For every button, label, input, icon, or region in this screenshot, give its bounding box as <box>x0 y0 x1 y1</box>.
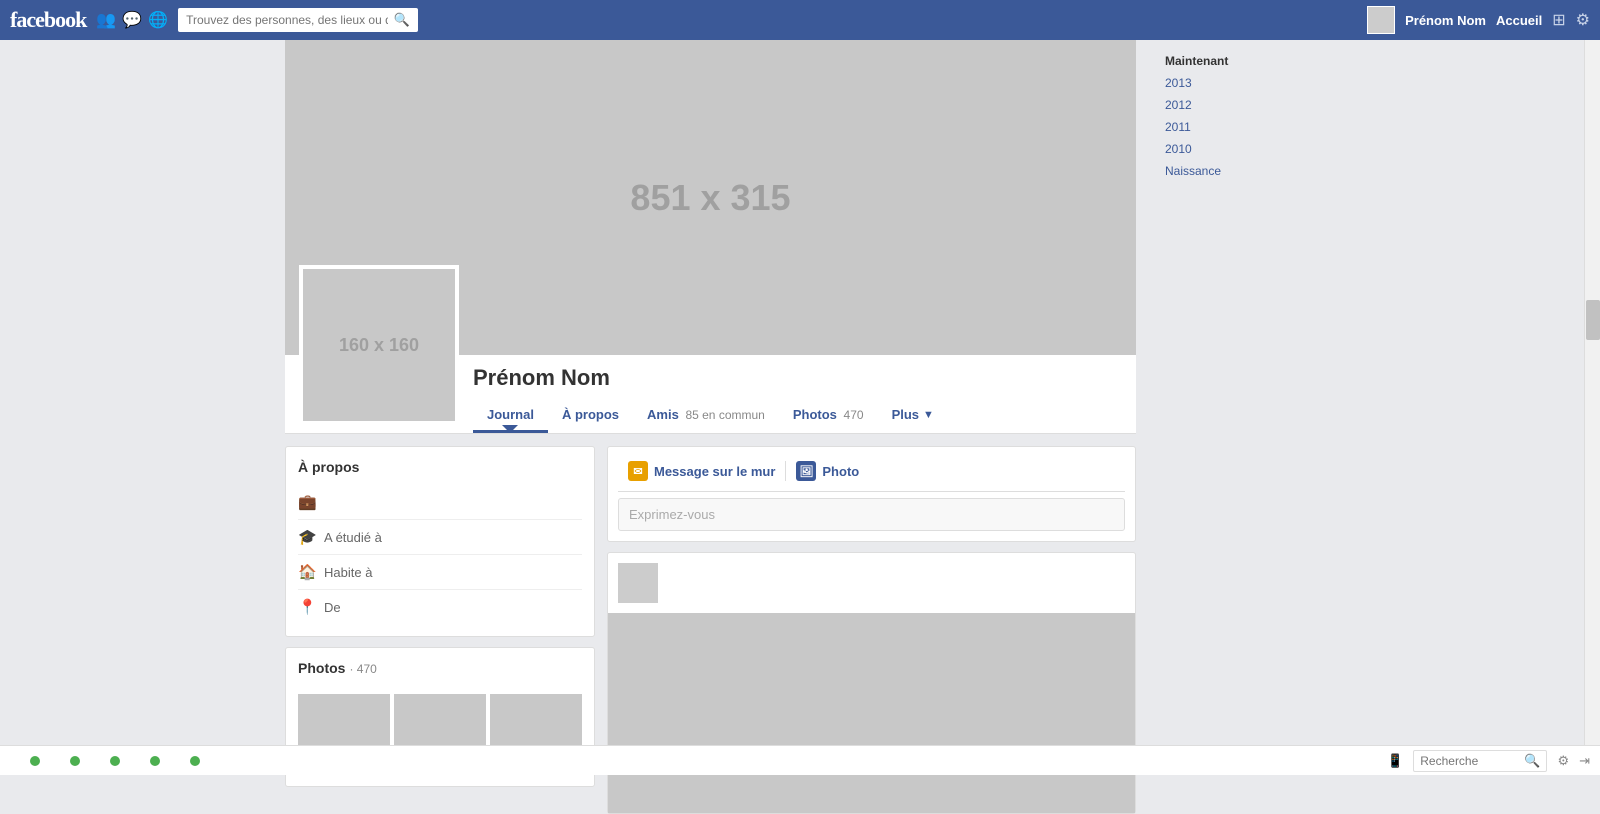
work-icon: 💼 <box>298 493 316 511</box>
profile-picture: 160 x 160 <box>299 265 459 425</box>
bottom-right: 📱 🔍 ⚙ ⇥ <box>1387 750 1590 772</box>
timeline-item-2012[interactable]: 2012 <box>1165 94 1315 116</box>
facebook-logo: facebook <box>10 7 86 33</box>
status-dot-2 <box>70 756 80 766</box>
tab-amis[interactable]: Amis 85 en commun <box>633 397 779 433</box>
tab-apropos[interactable]: À propos <box>548 397 633 433</box>
bottom-search-icon: 🔍 <box>1524 753 1540 769</box>
timeline-item-2013[interactable]: 2013 <box>1165 72 1315 94</box>
about-card: À propos 💼 🎓 A étudié à 🏠 <box>285 446 595 637</box>
feed-post-image <box>608 613 1135 813</box>
post-tab-photo[interactable]: 🖼 Photo <box>786 457 869 485</box>
friends-icon[interactable]: 👥 <box>96 10 116 30</box>
bottom-search-input[interactable] <box>1420 754 1520 768</box>
tab-more[interactable]: Plus ▼ <box>878 397 948 433</box>
post-box: ✉ Message sur le mur 🖼 Photo Exprimez-vo… <box>607 446 1136 542</box>
topnav: facebook 👥 💬 🌐 🔍 Prénom Nom Accueil ⊞ ⚙ <box>0 0 1600 40</box>
feed-post-header <box>608 553 1135 613</box>
profile-tabs: Journal À propos Amis 85 en commun Photo… <box>473 397 1136 433</box>
search-bar: 🔍 <box>178 8 418 32</box>
photo-tab-icon: 🖼 <box>796 461 816 481</box>
timeline-item-2011[interactable]: 2011 <box>1165 116 1315 138</box>
avatar <box>1367 6 1395 34</box>
bottom-bar: 📱 🔍 ⚙ ⇥ <box>0 745 1600 775</box>
timeline-item-maintenant[interactable]: Maintenant <box>1165 50 1315 72</box>
message-tab-icon: ✉ <box>628 461 648 481</box>
bottom-gear-icon[interactable]: ⚙ <box>1557 753 1569 769</box>
bottom-login-icon[interactable]: ⇥ <box>1579 753 1590 769</box>
bottom-search-bar: 🔍 <box>1413 750 1547 772</box>
timeline-item-naissance[interactable]: Naissance <box>1165 160 1315 182</box>
photos-badge: 470 <box>844 408 864 422</box>
about-title: À propos <box>298 459 582 475</box>
topnav-nav-icons: 👥 💬 🌐 <box>96 10 168 30</box>
globe-icon[interactable]: 🌐 <box>148 10 168 30</box>
status-dot-1 <box>30 756 40 766</box>
location-icon: 📍 <box>298 598 316 616</box>
chevron-down-icon: ▼ <box>923 409 934 421</box>
timeline-item-2010[interactable]: 2010 <box>1165 138 1315 160</box>
status-dot-4 <box>150 756 160 766</box>
search-input[interactable] <box>186 13 388 27</box>
grid-icon[interactable]: ⊞ <box>1552 10 1565 30</box>
cover-dimensions: 851 x 315 <box>630 177 790 219</box>
status-dot-3 <box>110 756 120 766</box>
amis-badge: 85 en commun <box>685 408 764 422</box>
messages-icon[interactable]: 💬 <box>122 10 142 30</box>
school-icon: 🎓 <box>298 528 316 546</box>
scrollbar[interactable] <box>1584 40 1600 745</box>
post-tab-message[interactable]: ✉ Message sur le mur <box>618 457 785 485</box>
about-work: 💼 <box>298 485 582 520</box>
post-input[interactable]: Exprimez-vous <box>618 498 1125 531</box>
profile-name: Prénom Nom <box>473 355 1136 397</box>
status-dot-5 <box>190 756 200 766</box>
about-school: 🎓 A étudié à <box>298 520 582 555</box>
mobile-icon[interactable]: 📱 <box>1387 753 1403 769</box>
topnav-right: Prénom Nom Accueil ⊞ ⚙ <box>1367 6 1590 34</box>
tab-journal[interactable]: Journal <box>473 397 548 433</box>
gear-icon[interactable]: ⚙ <box>1576 10 1590 30</box>
photos-title: Photos <box>298 660 345 676</box>
cover-photo: 851 x 315 160 x 160 <box>285 40 1136 355</box>
scrollbar-thumb[interactable] <box>1586 300 1600 340</box>
about-home: 🏠 Habite à <box>298 555 582 590</box>
status-dots <box>10 756 1379 766</box>
accueil-link[interactable]: Accueil <box>1496 13 1542 28</box>
home-icon: 🏠 <box>298 563 316 581</box>
search-icon: 🔍 <box>394 12 410 28</box>
cover-wrapper: 851 x 315 160 x 160 <box>285 40 1155 355</box>
post-box-tabs: ✉ Message sur le mur 🖼 Photo <box>618 457 1125 492</box>
tab-photos[interactable]: Photos 470 <box>779 397 878 433</box>
about-from: 📍 De <box>298 590 582 624</box>
username[interactable]: Prénom Nom <box>1405 13 1486 28</box>
timeline-sidebar: Maintenant 2013 2012 2011 2010 Naissance <box>1155 40 1315 814</box>
profile-section: 851 x 315 160 x 160 Prénom Nom Journal <box>285 40 1155 814</box>
feed-avatar <box>618 563 658 603</box>
photos-count: · 470 <box>349 662 376 676</box>
photos-header: Photos · 470 <box>298 660 582 686</box>
